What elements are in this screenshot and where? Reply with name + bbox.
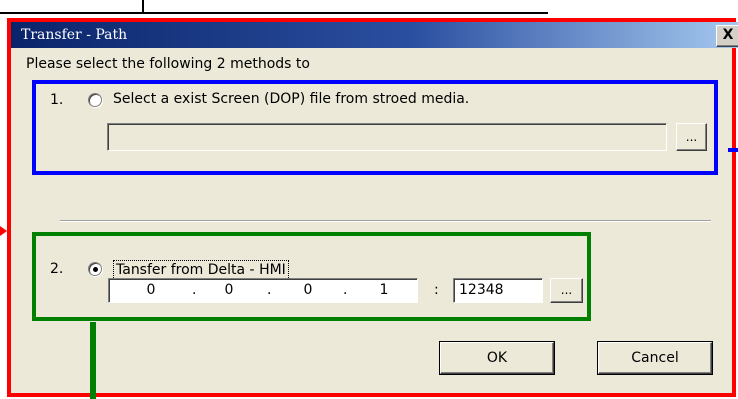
ip-dot: . (343, 282, 348, 298)
blue-annotation-pointer (728, 148, 738, 152)
option2-radio[interactable] (88, 262, 102, 276)
red-annotation-arrow (0, 226, 7, 236)
background-divider (142, 0, 144, 14)
option1-label[interactable]: Select a exist Screen (DOP) file from st… (113, 91, 469, 107)
browse-file-button[interactable]: ... (676, 123, 707, 151)
instruction-text: Please select the following 2 methods to (26, 56, 310, 72)
cancel-label: Cancel (631, 350, 679, 366)
ip-octet-4[interactable]: 1 (372, 282, 396, 298)
close-icon: X (722, 27, 734, 43)
port-separator: : (434, 282, 439, 298)
cancel-button[interactable]: Cancel (598, 342, 712, 374)
title-bar: Transfer - Path X (11, 22, 738, 48)
browse-file-label: ... (685, 130, 698, 144)
ip-octet-2[interactable]: 0 (217, 282, 241, 298)
file-path-field[interactable] (107, 123, 667, 151)
ip-dot: . (267, 282, 272, 298)
option1-number: 1. (50, 92, 64, 108)
port-field[interactable]: 12348 (453, 278, 543, 303)
ok-button[interactable]: OK (440, 342, 554, 374)
option1-radio[interactable] (88, 93, 102, 107)
window-title: Transfer - Path (21, 27, 128, 43)
background-window-edge (0, 0, 548, 16)
ok-label: OK (486, 350, 508, 366)
option2-number: 2. (50, 261, 64, 277)
green-annotation-pointer (90, 322, 96, 399)
ip-octet-3[interactable]: 0 (296, 282, 320, 298)
browse-hmi-label: ... (560, 283, 573, 297)
browse-hmi-button[interactable]: ... (550, 278, 583, 303)
option2-label[interactable]: Tansfer from Delta - HMI (113, 260, 289, 280)
port-value: 12348 (459, 282, 504, 298)
transfer-path-dialog: Transfer - Path X (7, 18, 738, 397)
close-button[interactable]: X (716, 25, 738, 47)
ip-octet-1[interactable]: 0 (139, 282, 163, 298)
ip-dot: . (192, 282, 197, 298)
background-border-line (0, 12, 548, 14)
ip-address-field[interactable]: 0 . 0 . 0 . 1 (108, 278, 418, 303)
separator-line (60, 220, 711, 222)
